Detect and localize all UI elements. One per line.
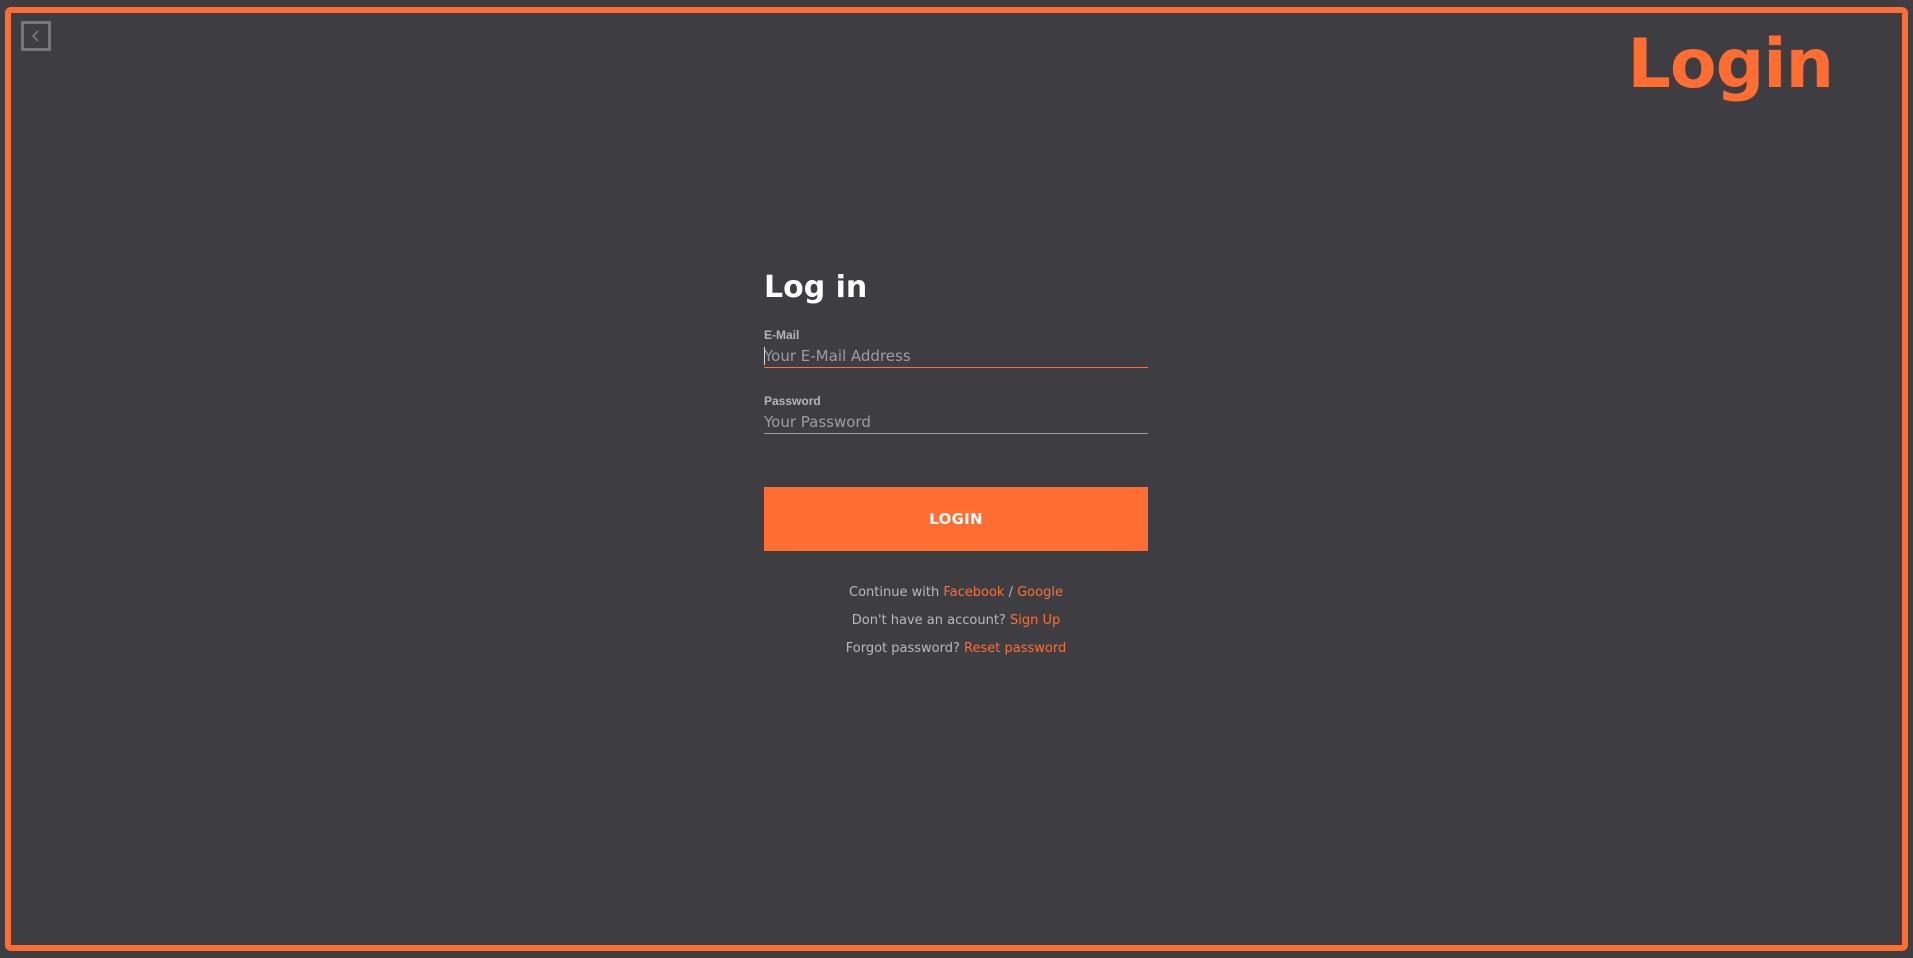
- social-login-row: Continue with Facebook / Google: [764, 579, 1148, 607]
- back-button[interactable]: [21, 21, 51, 51]
- email-field[interactable]: [764, 344, 1148, 368]
- page-title: Login: [1627, 25, 1834, 104]
- auth-links: Continue with Facebook / Google Don't ha…: [764, 579, 1148, 663]
- form-title: Log in: [764, 270, 868, 305]
- login-form: Log in E-Mail Password LOGIN Continue wi…: [764, 268, 1148, 663]
- email-label: E-Mail: [764, 328, 800, 342]
- login-button[interactable]: LOGIN: [764, 487, 1148, 551]
- google-link[interactable]: Google: [1017, 585, 1063, 600]
- forgot-password-prompt: Forgot password?: [845, 641, 960, 656]
- signup-row: Don't have an account? Sign Up: [764, 607, 1148, 635]
- password-field[interactable]: [764, 410, 1148, 434]
- email-field-group: E-Mail: [764, 328, 1148, 368]
- signup-link[interactable]: Sign Up: [1010, 613, 1060, 628]
- facebook-link[interactable]: Facebook: [943, 585, 1004, 600]
- continue-with-text: Continue with: [849, 585, 940, 600]
- signup-prompt: Don't have an account?: [851, 613, 1006, 628]
- text-caret: [764, 347, 765, 365]
- link-separator: /: [1008, 585, 1013, 600]
- forgot-password-row: Forgot password? Reset password: [764, 635, 1148, 663]
- password-label: Password: [764, 394, 821, 408]
- reset-password-link[interactable]: Reset password: [964, 641, 1066, 656]
- chevron-left-icon: [30, 29, 42, 43]
- password-field-group: Password: [764, 394, 1148, 434]
